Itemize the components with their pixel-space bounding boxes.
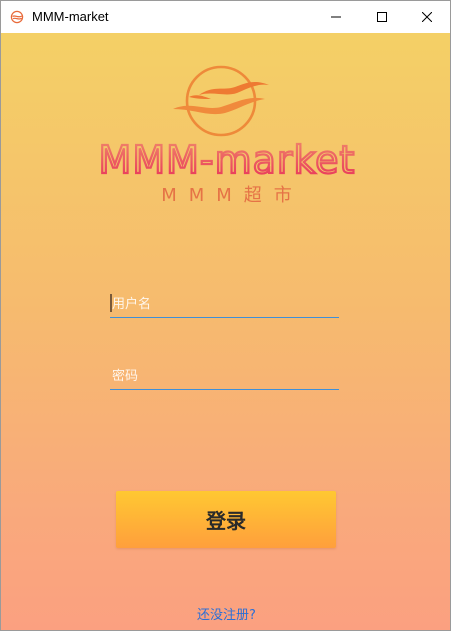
logo-wordmark-text: MMM-market <box>98 138 355 182</box>
logo-wordmark: MMM-market <box>1 137 450 183</box>
logo-subtitle: MMM超市 <box>161 185 304 206</box>
minimize-icon <box>331 16 341 18</box>
login-panel: MMM-market MMM超市 登录 还没注册? <box>1 33 450 630</box>
window-title: MMM-market <box>32 9 109 24</box>
close-icon <box>422 12 432 22</box>
username-input[interactable] <box>110 291 339 317</box>
mmm-logo-icon <box>10 10 24 24</box>
close-button[interactable] <box>404 1 450 33</box>
minimize-button[interactable] <box>313 1 359 33</box>
title-bar[interactable]: MMM-market <box>1 1 450 33</box>
username-field[interactable] <box>110 291 339 318</box>
sun-wave-logo-icon <box>173 65 269 137</box>
app-window: MMM-market MMM-market MMM超市 用户名 登录 还没注册? <box>0 0 451 631</box>
register-link[interactable]: 还没注册? <box>1 604 450 623</box>
maximize-button[interactable] <box>359 1 405 33</box>
password-input[interactable] <box>110 363 339 389</box>
login-button[interactable]: 登录 <box>116 491 336 548</box>
password-field[interactable] <box>110 363 339 390</box>
maximize-icon <box>377 12 387 22</box>
